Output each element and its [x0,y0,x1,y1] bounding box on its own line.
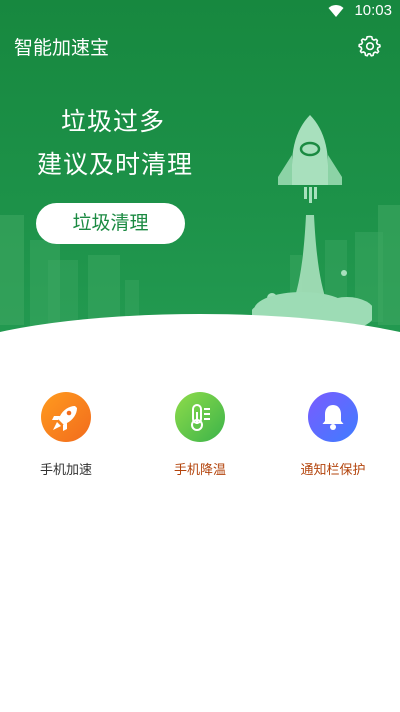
hero-wave-divider [0,314,400,360]
hero-headline: 垃圾过多 [60,107,165,136]
status-bar: 10:03 [0,0,400,24]
feature-phone-cooling[interactable]: 手机降温 [145,392,255,478]
thermometer-icon [175,392,225,442]
rocket-boost-icon [41,392,91,442]
feature-phone-boost[interactable]: 手机加速 [11,392,121,478]
bell-icon [308,392,358,442]
hero-subheadline: 建议及时清理 [36,150,193,179]
feature-grid: 手机加速 手机降温 通知栏保护 [0,392,400,492]
feature-notification-guard[interactable]: 通知栏保护 [278,392,388,478]
wifi-icon [328,5,344,17]
status-time: 10:03 [354,2,392,19]
settings-gear-icon[interactable] [358,34,382,58]
junk-clean-button[interactable]: 垃圾清理 [36,203,185,244]
feature-label-notification-guard: 通知栏保护 [300,463,366,478]
feature-label-phone-cooling: 手机降温 [173,463,226,478]
feature-label-phone-boost: 手机加速 [39,463,92,478]
app-title: 智能加速宝 [14,37,110,59]
hero-banner: 10:03 智能加速宝 垃圾过多 建议及时清理 垃圾清理 [0,0,400,345]
